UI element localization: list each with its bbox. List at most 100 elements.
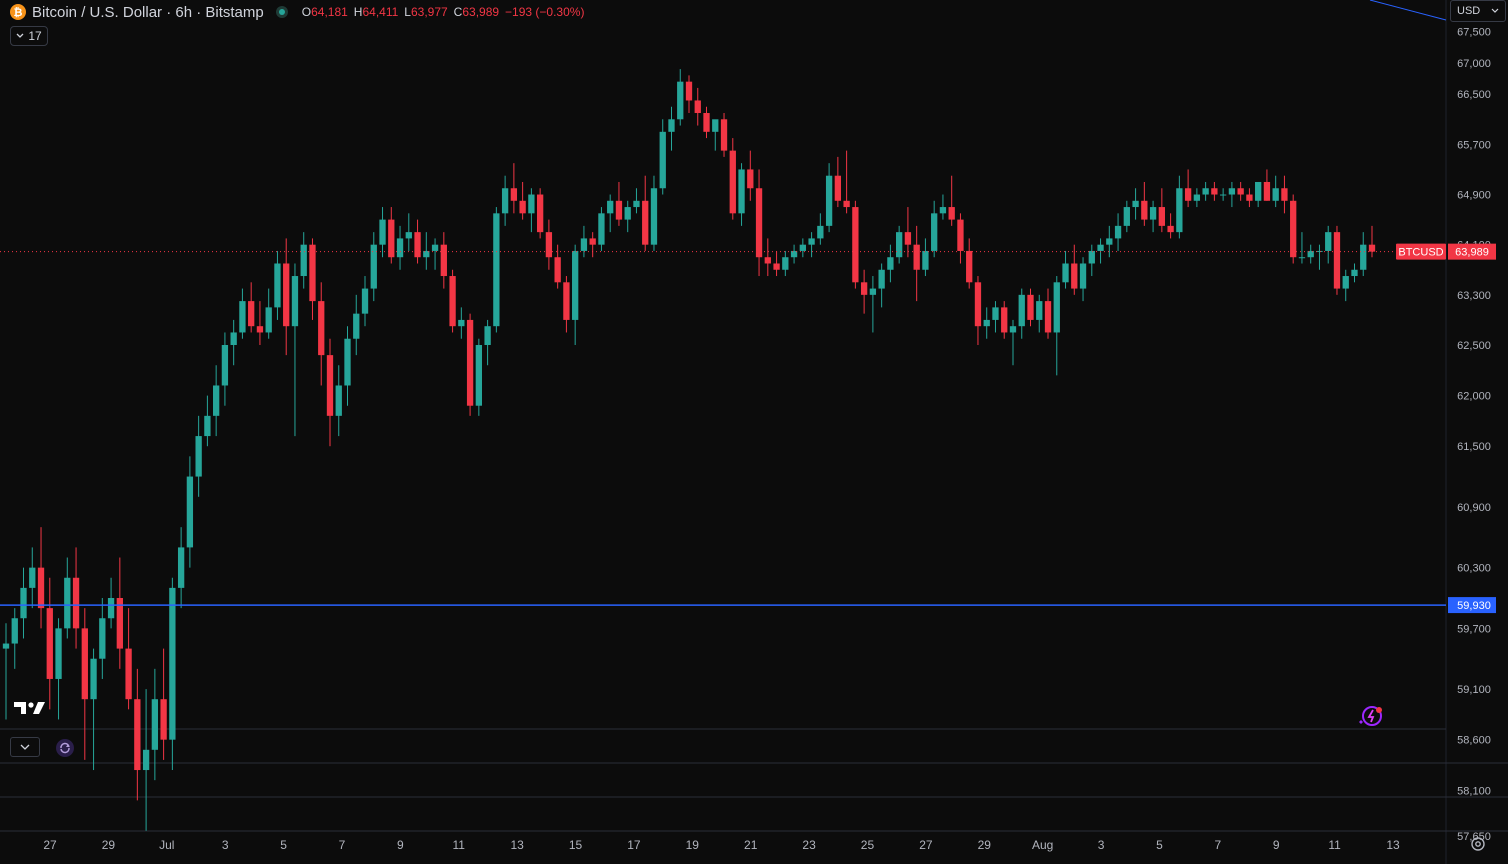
candle-body [37, 567, 45, 609]
candle [1219, 188, 1227, 201]
x-tick-label: 3 [1098, 838, 1105, 852]
pane-collapse-button[interactable] [10, 737, 40, 757]
x-tick-label: 3 [222, 838, 229, 852]
candle-body [248, 301, 255, 327]
trend-line[interactable] [1369, 0, 1447, 21]
candle [230, 319, 237, 366]
candle [563, 276, 570, 333]
y-tick-label: 67,000 [1457, 58, 1491, 70]
x-tick-label: Jul [159, 838, 174, 852]
candle [519, 181, 526, 220]
candle-body [659, 131, 666, 189]
candle-body [729, 150, 736, 214]
candle-body [256, 326, 264, 333]
candle-body [1351, 269, 1358, 277]
candle [904, 207, 912, 258]
candle-body [1272, 188, 1279, 201]
candle-body [449, 276, 456, 327]
candle-body [554, 257, 561, 283]
candle [545, 219, 553, 270]
candle-body [414, 232, 421, 258]
candle-body [493, 213, 500, 327]
indicator-refresh-icon[interactable] [56, 739, 74, 757]
candle [834, 156, 842, 208]
chart-canvas[interactable]: 59,930 67,500 67,000 66,500 65,700 64,900 64,… [0, 0, 1508, 864]
currency-select[interactable]: USD [1450, 0, 1506, 22]
candle [37, 527, 45, 629]
candle [589, 232, 596, 258]
candle [1149, 200, 1157, 233]
symbol-title[interactable]: Bitcoin / U.S. Dollar · 6h · Bitstamp [32, 4, 264, 21]
ohlc-values: O64,181 H64,411 L63,977 C63,989 −193 (−0.30%… [302, 5, 585, 19]
candle-body [388, 219, 395, 258]
candle [475, 338, 482, 416]
chevron-down-icon [16, 33, 24, 38]
candle-body [545, 232, 553, 258]
candle-body [90, 658, 97, 700]
y-tick-label: 62,000 [1457, 391, 1491, 403]
time-axis[interactable]: 27 29 Jul 3 5 7 9 11 13 15 17 19 21 23 25 27 29 Aug 3 5 7 9 11… [43, 838, 1400, 852]
candle-body [799, 244, 806, 251]
candle-body [1009, 326, 1017, 333]
candle-body [615, 200, 623, 220]
candle-body [29, 567, 36, 588]
candle [1298, 232, 1306, 264]
candle [1360, 232, 1367, 277]
candle-body [834, 175, 842, 201]
candle [414, 219, 421, 264]
candle-body [922, 250, 929, 270]
candle [1307, 244, 1314, 264]
candle-body [177, 547, 185, 588]
x-tick-label: 11 [453, 838, 466, 852]
candle-body [1027, 294, 1034, 320]
candle-body [440, 244, 447, 277]
candle [431, 238, 439, 270]
candle-body [510, 188, 518, 201]
candle-body [764, 257, 771, 264]
candle [1062, 250, 1069, 289]
candle-body [957, 219, 964, 251]
candle [1044, 288, 1052, 339]
candle-body [773, 263, 780, 270]
candle [677, 69, 684, 126]
candle [1255, 181, 1262, 208]
candle [974, 276, 982, 345]
candle-body [1001, 307, 1008, 333]
candle [878, 263, 885, 308]
x-tick-label: 7 [339, 838, 346, 852]
candle [1018, 288, 1025, 339]
candle-body [1263, 181, 1271, 201]
y-tick-label: 58,100 [1457, 785, 1491, 797]
candle [536, 188, 544, 239]
y-tick-label: 59,700 [1457, 623, 1491, 635]
y-tick-label: 60,900 [1457, 502, 1491, 514]
candle [405, 213, 412, 251]
candle-body [458, 319, 465, 327]
candle [2, 623, 10, 720]
ai-assistant-icon[interactable] [1356, 704, 1386, 728]
candle-body [475, 345, 482, 406]
candle-body [265, 307, 272, 333]
candle [694, 87, 701, 126]
candle [1158, 188, 1165, 233]
tradingview-logo-icon[interactable] [14, 700, 46, 716]
candle [1071, 244, 1078, 295]
candle-body [405, 232, 412, 239]
settings-gear-icon[interactable] [1469, 835, 1487, 853]
candle [213, 365, 220, 437]
candle [274, 250, 281, 320]
symbol-header: ₿ Bitcoin / U.S. Dollar · 6h · Bitstamp … [10, 2, 584, 22]
candle [370, 232, 377, 302]
market-status-icon[interactable] [275, 6, 288, 18]
candle-body [318, 301, 325, 356]
ohlc-item: −193 (−0.30%) [505, 5, 584, 19]
x-tick-label: 13 [1386, 838, 1400, 852]
candle-body [572, 250, 579, 320]
indicators-toggle-button[interactable]: 17 [10, 26, 48, 46]
candle-body [283, 263, 290, 327]
candle [1193, 188, 1201, 208]
candle-body [1036, 301, 1043, 320]
candle [99, 598, 106, 679]
candle-body [1325, 232, 1332, 251]
candle-body [501, 188, 509, 214]
